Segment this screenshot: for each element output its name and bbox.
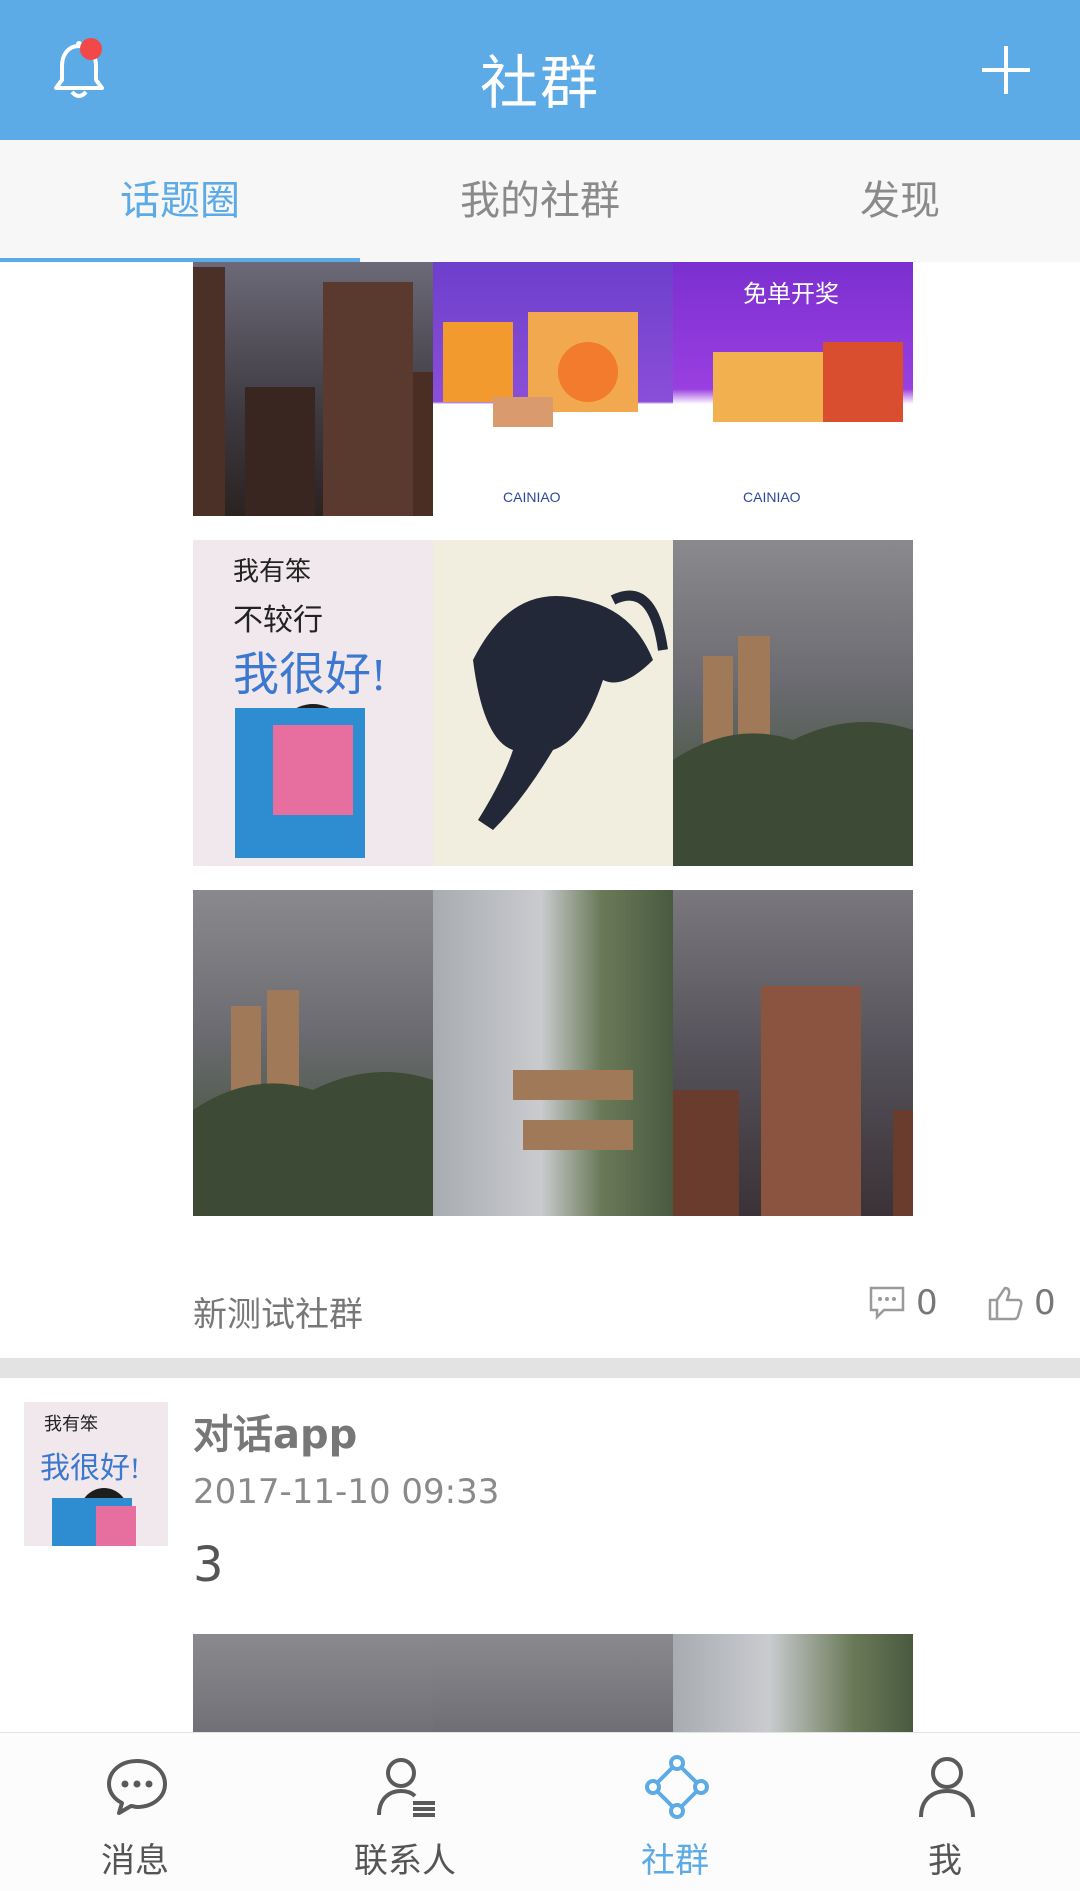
svg-text:CAINIAO: CAINIAO <box>743 489 801 505</box>
add-icon[interactable] <box>978 42 1034 98</box>
horse-painting-image <box>473 590 668 830</box>
comment-icon <box>869 1286 905 1321</box>
nav-community[interactable]: 社群 <box>540 1733 810 1891</box>
nav-contacts[interactable]: 联系人 <box>270 1733 540 1891</box>
towers-image <box>193 990 433 1216</box>
post-photo[interactable] <box>433 540 673 866</box>
post-photo[interactable]: 我有笨 不较行 我很好! <box>193 540 433 866</box>
avatar[interactable]: 我有笨 我很好! <box>24 1402 168 1546</box>
nav-messages[interactable]: 消息 <box>0 1733 270 1891</box>
topic-feed[interactable]: CAINIAO 免单开奖 CAINIAO 我有笨 不较行 我很好! 新测试社群 … <box>0 262 1080 1732</box>
community-icon <box>645 1755 709 1819</box>
building-image <box>673 986 913 1216</box>
tab-bar: 话题圈 我的社群 发现 <box>0 140 1080 263</box>
tab-discover[interactable]: 发现 <box>720 140 1080 262</box>
post-photo[interactable] <box>433 890 673 1216</box>
svg-text:不较行: 不较行 <box>233 604 323 637</box>
post-divider <box>0 1358 1080 1378</box>
book-cover-image: 我有笨 不较行 我很好! <box>233 557 386 858</box>
nav-label: 消息 <box>101 1841 169 1881</box>
svg-text:免单开奖: 免单开奖 <box>743 281 839 308</box>
post-photo[interactable] <box>193 262 433 516</box>
tab-my-communities[interactable]: 我的社群 <box>360 140 720 262</box>
post-timestamp: 2017-11-10 09:33 <box>193 1472 500 1512</box>
svg-text:我很好!: 我很好! <box>233 649 386 700</box>
svg-text:我有笨: 我有笨 <box>233 557 311 586</box>
nav-me[interactable]: 我 <box>810 1733 1080 1891</box>
like-stat[interactable]: 0 <box>986 1278 1056 1328</box>
like-count: 0 <box>1034 1283 1056 1323</box>
comment-count: 0 <box>916 1283 938 1323</box>
nav-label: 联系人 <box>354 1841 456 1881</box>
avatar-image: 我有笨 我很好! <box>40 1414 140 1546</box>
svg-text:我很好!: 我很好! <box>40 1452 140 1485</box>
thumbs-up-icon <box>988 1286 1023 1321</box>
post-photo[interactable] <box>673 540 913 866</box>
post-title[interactable]: 对话app <box>193 1402 357 1460</box>
post-photo[interactable]: 免单开奖 CAINIAO <box>673 262 913 516</box>
contacts-icon <box>377 1758 435 1817</box>
page-title: 社群 <box>479 49 600 117</box>
nav-label: 我 <box>928 1841 962 1881</box>
post-photo[interactable] <box>433 1634 673 1732</box>
post-photo[interactable] <box>193 890 433 1216</box>
post-photo[interactable]: CAINIAO <box>433 262 673 516</box>
building-image <box>193 267 433 516</box>
rotated-towers-image <box>513 1070 633 1150</box>
chat-bubble-icon <box>107 1759 167 1815</box>
post-photo[interactable] <box>673 1634 913 1732</box>
post-photo[interactable] <box>193 1634 433 1732</box>
cartoon-boxes-image: CAINIAO <box>443 312 638 505</box>
towers-image <box>673 636 913 866</box>
post-photo[interactable] <box>673 890 913 1216</box>
community-name[interactable]: 新测试社群 <box>193 1287 363 1336</box>
svg-text:我有笨: 我有笨 <box>44 1414 98 1434</box>
post-content: 3 <box>193 1537 224 1593</box>
bottom-navigation: 消息 联系人 社群 我 <box>0 1732 1080 1891</box>
person-icon <box>919 1757 975 1818</box>
cartoon-promo-image: 免单开奖 CAINIAO <box>713 281 903 505</box>
tab-topic-circle[interactable]: 话题圈 <box>0 140 360 262</box>
svg-text:CAINIAO: CAINIAO <box>503 489 561 505</box>
nav-label: 社群 <box>641 1841 709 1881</box>
comment-stat[interactable]: 0 <box>868 1278 938 1328</box>
app-header: 社群 <box>0 0 1080 140</box>
